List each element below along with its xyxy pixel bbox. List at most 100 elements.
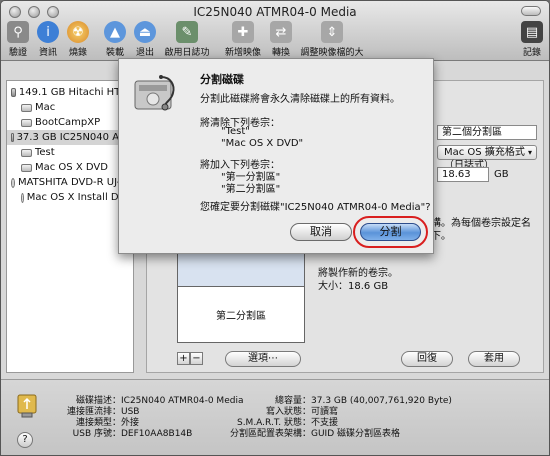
info-key: 磁碟描述： — [75, 396, 121, 406]
info-value: 外接 — [121, 418, 140, 428]
title-bar: IC25N040 ATMR04-0 Media ⚲ 驗證 i 資訊 ☢ 燒錄 ▲… — [1, 1, 549, 71]
sidebar-item-test-volume[interactable]: Test — [7, 145, 133, 160]
description-line-2: 下。 — [431, 231, 451, 242]
info-left-row-1: 磁碟描述：IC25N040 ATMR04-0 Media — [59, 396, 243, 407]
toolbar-burn-label: 燒錄 — [68, 48, 87, 58]
sidebar-item-matshita-drive[interactable]: MATSHITA DVD-R UJ-85 — [7, 175, 133, 190]
device-sidebar[interactable]: 149.1 GB Hitachi HTS5 Mac BootCampXP 37.… — [6, 80, 134, 373]
partition-confirm-sheet: 分割磁碟 分割此磁碟將會永久清除磁碟上的所有資料。 將清除下列卷宗： "Test… — [118, 58, 434, 254]
dvd-icon — [21, 192, 24, 203]
disk-info-bar: ? 磁碟描述：IC25N040 ATMR04-0 Media 連接匯流排：USB… — [1, 379, 549, 455]
toolbar-convert-button[interactable]: ⇄ 轉換 — [269, 21, 293, 58]
info-left-row-2: 連接匯流排：USB — [59, 407, 140, 418]
sidebar-item-install-dvd[interactable]: Mac OS X Install DVD — [7, 190, 133, 205]
mount-icon: ▲ — [104, 21, 126, 43]
burn-icon: ☢ — [67, 21, 89, 43]
sidebar-item-ic25n040-disk[interactable]: 37.3 GB IC25N040 ATM — [7, 130, 133, 145]
sidebar-item-hitachi-disk[interactable]: 149.1 GB Hitachi HTS5 — [7, 85, 133, 100]
sidebar-item-mac-volume[interactable]: Mac — [7, 100, 133, 115]
apply-button[interactable]: 套用 — [468, 351, 520, 367]
info-right-row-1: 總容量：37.3 GB (40,007,761,920 Byte) — [223, 396, 452, 407]
partition-size-info: 大小：18.6 GB — [318, 281, 389, 292]
info-key: 總容量： — [274, 396, 311, 406]
confirm-question: 您確定要分割磁碟"IC25N040 ATMR04-0 Media"? — [200, 202, 431, 213]
info-value: 37.3 GB (40,007,761,920 Byte) — [311, 396, 452, 406]
erase-item-2: "Mac OS X DVD" — [221, 138, 304, 149]
volume-icon — [21, 103, 32, 112]
add-item-2: "第二分割區" — [221, 184, 281, 195]
info-right-row-2: 寫入狀態：可讀寫 — [223, 407, 338, 418]
split-button-highlight — [353, 216, 428, 248]
toolbar-log-button[interactable]: ▤ 記錄 — [521, 21, 543, 58]
sidebar-item-label: Mac OS X DVD — [35, 162, 108, 173]
convert-icon: ⇄ — [270, 21, 292, 43]
toolbar-mount-label: 裝載 — [105, 48, 124, 58]
toolbar-info-label: 資訊 — [38, 48, 57, 58]
magnifier-icon: ⚲ — [7, 21, 29, 43]
sidebar-item-label: BootCampXP — [35, 117, 101, 128]
journal-icon: ✎ — [176, 21, 198, 43]
disk-utility-icon — [134, 75, 175, 111]
toolbar-eject-label: 退出 — [135, 48, 154, 58]
popup-arrow-icon: ▾ — [527, 148, 532, 157]
info-key: 分割區配置表架構： — [229, 429, 311, 439]
info-value: 不支援 — [311, 418, 339, 428]
revert-button[interactable]: 回復 — [401, 351, 453, 367]
volume-icon — [21, 118, 32, 127]
sidebar-item-macosx-dvd-volume[interactable]: Mac OS X DVD — [7, 160, 133, 175]
toolbar-verify-button[interactable]: ⚲ 驗證 — [7, 21, 29, 58]
sidebar-item-bootcampxp-volume[interactable]: BootCampXP — [7, 115, 133, 130]
sheet-title: 分割磁碟 — [200, 73, 244, 86]
info-key: USB 序號： — [72, 429, 121, 439]
size-unit: GB — [494, 169, 509, 180]
info-icon: i — [37, 21, 59, 43]
options-button[interactable]: 選項⋯ — [225, 351, 301, 367]
size-field[interactable]: 18.63 — [437, 167, 489, 182]
eject-icon: ⏏ — [134, 21, 156, 43]
hard-disk-icon — [11, 88, 16, 97]
toolbar-convert-label: 轉換 — [271, 48, 290, 58]
info-key: 連接匯流排： — [66, 407, 121, 417]
info-key: 連接類型： — [75, 418, 121, 428]
info-key: S.M.A.R.T. 狀態： — [236, 418, 311, 428]
info-key: 寫入狀態： — [265, 407, 311, 417]
usb-drive-icon — [17, 394, 37, 418]
toolbar-burn-button[interactable]: ☢ 燒錄 — [67, 21, 89, 58]
toolbar-verify-label: 驗證 — [8, 48, 27, 58]
partition-block-second[interactable]: 第二分割區 — [178, 287, 304, 342]
info-value: 可讀寫 — [311, 407, 339, 417]
toolbar-eject-button[interactable]: ⏏ 退出 — [134, 21, 156, 58]
volume-name-field[interactable]: 第二個分割區 — [437, 125, 537, 140]
info-right-row-4: 分割區配置表架構：GUID 磁碟分割區表格 — [223, 429, 400, 440]
info-left-row-4: USB 序號：DEF10AA8B14B — [59, 429, 193, 440]
sidebar-item-label: Mac — [35, 102, 56, 113]
format-popup[interactable]: Mac OS 擴充格式（日誌式） ▾ — [437, 145, 537, 171]
cancel-button[interactable]: 取消 — [290, 223, 352, 241]
info-left-row-3: 連接類型：外接 — [59, 418, 139, 429]
log-icon: ▤ — [521, 21, 543, 43]
resize-image-icon: ⇕ — [321, 21, 343, 43]
disk-utility-window: IC25N040 ATMR04-0 Media ⚲ 驗證 i 資訊 ☢ 燒錄 ▲… — [0, 0, 550, 456]
help-button[interactable]: ? — [17, 432, 33, 448]
sidebar-item-label: 37.3 GB IC25N040 ATM — [16, 132, 133, 143]
toolbar-mount-button[interactable]: ▲ 裝載 — [104, 21, 126, 58]
info-right-row-3: S.M.A.R.T. 狀態：不支援 — [223, 418, 338, 429]
toolbar-toggle-button[interactable] — [521, 6, 541, 16]
sidebar-item-label: MATSHITA DVD-R UJ-85 — [17, 177, 133, 188]
remove-partition-button[interactable]: − — [190, 352, 203, 365]
erase-item-1: "Test" — [221, 126, 250, 137]
window-title: IC25N040 ATMR04-0 Media — [193, 5, 357, 19]
volume-icon — [21, 163, 32, 172]
sidebar-item-label: Test — [35, 147, 55, 158]
toolbar-info-button[interactable]: i 資訊 — [37, 21, 59, 58]
info-value: DEF10AA8B14B — [121, 429, 193, 439]
add-partition-button[interactable]: + — [177, 352, 190, 365]
new-image-icon: ✚ — [232, 21, 254, 43]
volume-icon — [21, 148, 32, 157]
hard-disk-icon — [11, 133, 14, 142]
info-value: GUID 磁碟分割區表格 — [311, 429, 401, 439]
partition-block-label: 第二分割區 — [216, 311, 266, 322]
sheet-message: 分割此磁碟將會永久清除磁碟上的所有資料。 — [200, 94, 400, 105]
sidebar-item-label: 149.1 GB Hitachi HTS5 — [18, 87, 133, 98]
optical-drive-icon — [11, 177, 15, 188]
